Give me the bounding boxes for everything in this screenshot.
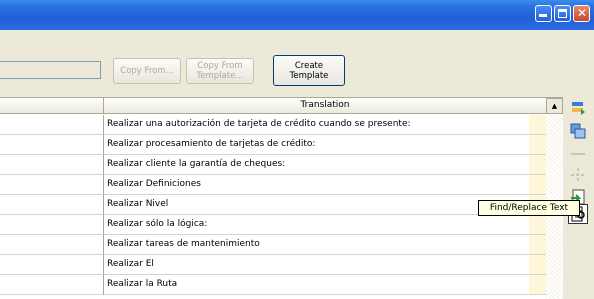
icon-sidebar: [563, 92, 594, 298]
column-header-translation[interactable]: Translation: [104, 98, 546, 114]
row-pad-cell: [529, 235, 546, 255]
key-cell[interactable]: [0, 235, 104, 255]
table-row[interactable]: Realizar una autorización de tarjeta de …: [0, 115, 546, 135]
sidebar-icon-3[interactable]: [570, 146, 586, 162]
key-cell[interactable]: [0, 215, 104, 235]
key-cell[interactable]: [0, 195, 104, 215]
row-pad-cell: [529, 115, 546, 135]
table-row[interactable]: Realizar la Ruta: [0, 275, 546, 295]
row-pad-cell: [529, 275, 546, 295]
key-cell[interactable]: [0, 115, 104, 135]
translation-cell[interactable]: Realizar la Ruta: [104, 275, 529, 295]
title-bar: ✕: [0, 0, 594, 30]
scroll-up-button[interactable]: ▲: [546, 98, 563, 114]
translation-grid: Translation ▲ Realizar una autorización …: [0, 97, 563, 299]
table-row[interactable]: Realizar cliente la garantía de cheques:: [0, 155, 546, 175]
find-replace-tooltip: Find/Replace Text: [478, 200, 580, 216]
window-close-icon: ✕: [577, 6, 588, 20]
row-pad-cell: [529, 155, 546, 175]
translation-cell[interactable]: Realizar Nivel: [104, 195, 529, 215]
window-maximize-icon: [558, 9, 567, 18]
key-cell[interactable]: [0, 275, 104, 295]
copy-from-template-button[interactable]: Copy From Template...: [186, 58, 254, 84]
table-row[interactable]: Realizar tareas de mantenimiento: [0, 235, 546, 255]
translation-cell[interactable]: Realizar procesamiento de tarjetas de cr…: [104, 135, 529, 155]
row-pad-cell: [529, 215, 546, 235]
table-row[interactable]: Realizar procesamiento de tarjetas de cr…: [0, 135, 546, 155]
copy-from-label: Copy From...: [120, 66, 174, 76]
table-row[interactable]: Realizar sólo la lógica:: [0, 215, 546, 235]
table-row[interactable]: Realizar Nivel: [0, 195, 546, 215]
create-template-label-1: Create: [294, 61, 324, 71]
row-pad-cell: [529, 135, 546, 155]
translation-cell[interactable]: Realizar sólo la lógica:: [104, 215, 529, 235]
scroll-up-icon: ▲: [551, 102, 558, 110]
window-minimize-icon: [539, 14, 547, 17]
translation-cell[interactable]: Realizar cliente la garantía de cheques:: [104, 155, 529, 175]
translation-cell[interactable]: Realizar Definiciones: [104, 175, 529, 195]
table-row[interactable]: Realizar El: [0, 255, 546, 275]
translation-cell[interactable]: Realizar El: [104, 255, 529, 275]
copy-from-template-label-2: Template...: [196, 71, 244, 81]
maximize-button[interactable]: [554, 5, 571, 22]
key-cell[interactable]: [0, 175, 104, 195]
translation-cell[interactable]: Realizar una autorización de tarjeta de …: [104, 115, 529, 135]
key-cell[interactable]: [0, 155, 104, 175]
sidebar-icon-2[interactable]: [570, 123, 586, 139]
translation-cell[interactable]: Realizar tareas de mantenimiento: [104, 235, 529, 255]
create-template-label-2: Template: [289, 71, 329, 81]
close-button[interactable]: ✕: [573, 5, 590, 22]
key-cell[interactable]: [0, 135, 104, 155]
search-input[interactable]: [0, 61, 101, 79]
copy-from-button[interactable]: Copy From...: [113, 58, 181, 84]
table-row[interactable]: Realizar Definiciones: [0, 175, 546, 195]
copy-from-template-label-1: Copy From: [197, 61, 243, 71]
row-pad-cell: [529, 175, 546, 195]
create-template-button[interactable]: Create Template: [273, 55, 345, 86]
row-pad-cell: [529, 255, 546, 275]
sidebar-icon-4[interactable]: [570, 167, 586, 183]
key-cell[interactable]: [0, 255, 104, 275]
column-header-key[interactable]: [0, 98, 104, 114]
minimize-button[interactable]: [535, 5, 552, 22]
sidebar-icon-1[interactable]: [570, 100, 586, 116]
